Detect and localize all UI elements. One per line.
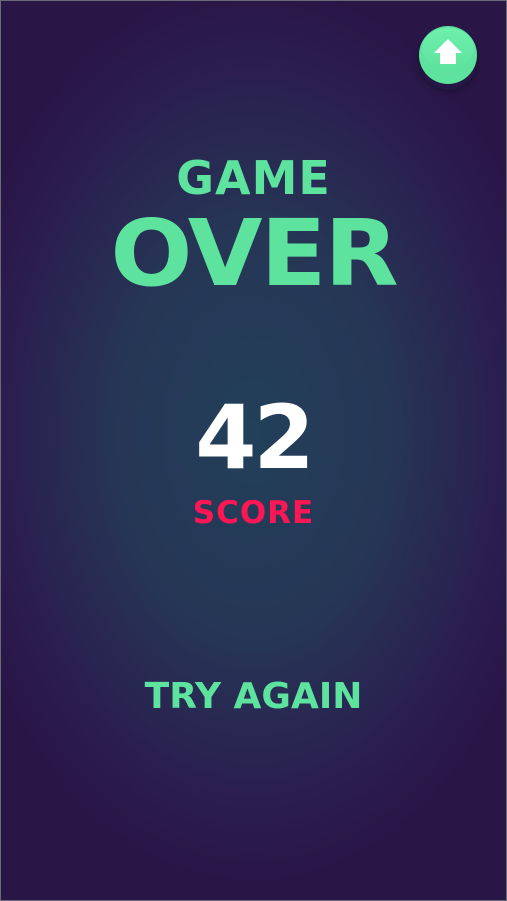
home-button[interactable] [419, 26, 477, 84]
score-label: SCORE [192, 495, 315, 531]
game-over-title-line2: OVER [110, 200, 398, 307]
score-value: 42 [195, 386, 314, 489]
try-again-button[interactable]: TRY AGAIN [120, 674, 387, 720]
game-over-title-line1: GAME [176, 151, 331, 205]
home-icon [434, 39, 462, 64]
